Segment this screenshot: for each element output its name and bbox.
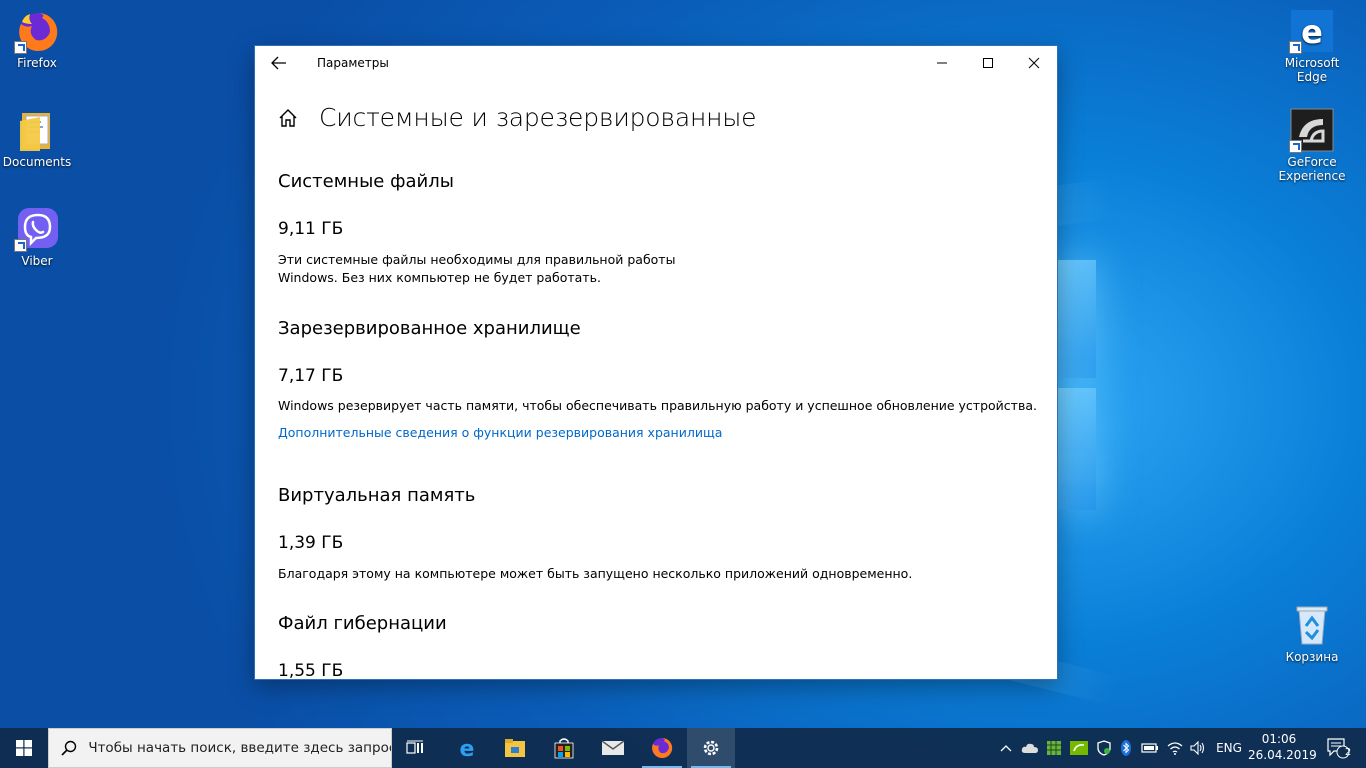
maximize-icon <box>983 57 993 68</box>
section-value-reserved-storage: 7,17 ГБ <box>278 366 344 386</box>
desktop-icon-label: Microsoft Edge <box>1284 56 1340 84</box>
desktop-icon-firefox[interactable]: Firefox <box>0 8 75 70</box>
tray-battery[interactable] <box>1139 728 1161 768</box>
settings-window: Параметры Системные и зарезервированные … <box>255 46 1057 679</box>
section-heading-virtual-memory: Виртуальная память <box>278 485 476 506</box>
shield-icon <box>1097 740 1111 756</box>
store-icon <box>554 738 574 759</box>
shortcut-arrow-icon <box>1289 140 1302 153</box>
desktop-icon-documents[interactable]: Documents <box>0 107 75 169</box>
tray-language[interactable]: ENG <box>1213 728 1245 768</box>
section-value-virtual-memory: 1,39 ГБ <box>278 533 344 553</box>
section-heading-hibernation-file: Файл гибернации <box>278 613 447 634</box>
maximize-button[interactable] <box>965 46 1011 79</box>
section-description-reserved-storage: Windows резервирует часть памяти, чтобы … <box>278 398 1037 413</box>
back-button[interactable] <box>255 46 303 79</box>
reserved-storage-info-link[interactable]: Дополнительные сведения о функции резерв… <box>278 425 722 440</box>
mail-icon <box>601 740 625 755</box>
app-title: Параметры <box>317 56 389 70</box>
desktop-icon-label: Firefox <box>17 56 57 70</box>
page-title: Системные и зарезервированные <box>319 103 757 132</box>
search-placeholder: Чтобы начать поиск, введите здесь запрос <box>88 740 391 756</box>
svg-text:e: e <box>460 737 475 759</box>
clock-date: 26.04.2019 <box>1248 748 1317 762</box>
desktop-icon-recycle-bin[interactable]: Корзина <box>1274 602 1350 664</box>
folder-icon <box>20 113 50 151</box>
section-heading-reserved-storage: Зарезервированное хранилище <box>278 318 581 339</box>
volume-icon <box>1190 741 1205 755</box>
desktop-icon-edge[interactable]: e Microsoft Edge <box>1274 8 1350 84</box>
arrow-left-icon <box>271 56 286 69</box>
clock-time: 01:06 <box>1261 732 1297 746</box>
taskbar-settings[interactable] <box>687 728 735 768</box>
search-icon <box>61 740 76 756</box>
settings-icon <box>703 740 719 756</box>
taskbar-task-view[interactable] <box>392 728 440 768</box>
section-description-virtual-memory: Благодаря этому на компьютере может быть… <box>278 566 913 581</box>
tray-clock[interactable]: 01:06 26.04.2019 <box>1248 731 1317 763</box>
tray-defender[interactable] <box>1093 728 1115 768</box>
taskbar-store[interactable] <box>540 728 588 768</box>
taskbar-mail[interactable] <box>589 728 637 768</box>
windows-logo-icon <box>16 740 32 756</box>
edge-icon: e <box>460 737 475 759</box>
chevron-up-icon <box>1000 745 1012 752</box>
recycle-bin-icon <box>1296 606 1328 645</box>
section-value-hibernation-file: 1,55 ГБ <box>278 661 344 679</box>
tray-volume[interactable] <box>1187 728 1209 768</box>
start-button[interactable] <box>0 728 48 768</box>
nvidia-icon <box>1070 741 1088 755</box>
firefox-icon <box>652 737 673 758</box>
description-line: Windows. Без них компьютер не будет рабо… <box>278 270 601 285</box>
home-icon[interactable] <box>277 107 299 129</box>
app-grid-icon <box>1047 741 1061 755</box>
tray-bluetooth[interactable] <box>1117 728 1135 768</box>
tray-app-green[interactable] <box>1043 728 1065 768</box>
wifi-icon <box>1167 742 1183 755</box>
desktop-icon-label: Корзина <box>1285 650 1339 664</box>
shortcut-arrow-icon <box>1289 41 1302 54</box>
shortcut-arrow-icon <box>14 41 27 54</box>
desktop-icon-viber[interactable]: Viber <box>0 206 75 268</box>
tray-show-hidden[interactable] <box>997 728 1015 768</box>
tray-onedrive[interactable] <box>1019 728 1041 768</box>
bluetooth-icon <box>1121 740 1131 756</box>
tray-wifi[interactable] <box>1164 728 1186 768</box>
tray-nvidia[interactable] <box>1068 728 1090 768</box>
title-bar[interactable]: Параметры <box>255 46 1057 79</box>
taskbar: Чтобы начать поиск, введите здесь запрос… <box>0 728 1366 768</box>
desktop-icon-label: Viber <box>21 254 53 268</box>
section-value-system-files: 9,11 ГБ <box>278 219 344 239</box>
svg-text:e: e <box>1301 13 1323 51</box>
file-explorer-icon <box>505 739 525 757</box>
section-heading-system-files: Системные файлы <box>278 171 454 192</box>
taskbar-firefox[interactable] <box>638 728 686 768</box>
close-button[interactable] <box>1011 46 1057 79</box>
close-icon <box>1028 57 1040 68</box>
section-description-system-files: Эти системные файлы необходимы для прави… <box>278 251 675 287</box>
task-view-icon <box>406 740 423 754</box>
notification-count-badge: 2 <box>1344 747 1352 758</box>
taskbar-edge[interactable]: e <box>443 728 491 768</box>
description-line: Эти системные файлы необходимы для прави… <box>278 252 676 267</box>
action-center-button[interactable]: 2 <box>1316 728 1360 768</box>
page-header: Системные и зарезервированные <box>277 103 757 132</box>
minimize-icon <box>937 62 947 63</box>
desktop-icon-label: Documents <box>2 155 72 169</box>
desktop-icon-label: GeForce Experience <box>1278 155 1346 183</box>
taskbar-file-explorer[interactable] <box>491 728 539 768</box>
settings-content[interactable]: Системные и зарезервированные Системные … <box>255 79 1057 679</box>
minimize-button[interactable] <box>919 46 965 79</box>
battery-icon <box>1141 743 1158 753</box>
desktop-icon-geforce[interactable]: GeForce Experience <box>1274 107 1350 183</box>
shortcut-arrow-icon <box>14 239 27 252</box>
taskbar-search-box[interactable]: Чтобы начать поиск, введите здесь запрос <box>48 728 392 768</box>
cloud-icon <box>1021 743 1038 753</box>
